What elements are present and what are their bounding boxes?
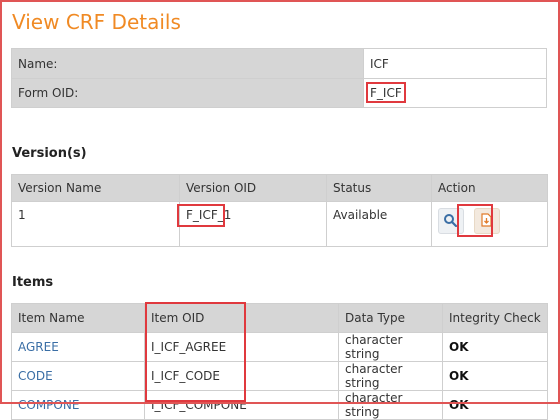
column-header: Version OID	[179, 174, 327, 202]
version-oid: F_ICF_1	[179, 201, 327, 247]
column-header: Integrity Check	[442, 303, 548, 333]
column-header: Data Type	[338, 303, 443, 333]
table-row: CODE I_ICF_CODE character string OK	[11, 361, 548, 391]
view-button[interactable]	[438, 208, 464, 234]
item-oid: I_ICF_COMPONE	[144, 390, 339, 420]
item-data-type: character string	[338, 390, 443, 420]
versions-table: Version Name Version OID Status Action 1…	[11, 174, 548, 247]
version-status: Available	[326, 201, 432, 247]
integrity-check: OK	[449, 398, 469, 412]
items-heading: Items	[12, 275, 54, 290]
info-value: ICF	[363, 48, 547, 79]
info-value: F_ICF	[363, 78, 547, 108]
info-row-form-oid: Form OID: F_ICF	[11, 78, 547, 108]
info-label: Form OID:	[11, 78, 364, 108]
integrity-check: OK	[449, 369, 469, 383]
version-name: 1	[11, 201, 180, 247]
item-name-link[interactable]: CODE	[18, 369, 53, 383]
download-document-icon	[481, 213, 492, 227]
column-header: Version Name	[11, 174, 180, 202]
item-data-type: character string	[338, 361, 443, 391]
crf-info-table: Name: ICF Form OID: F_ICF	[11, 48, 547, 108]
table-header-row: Version Name Version OID Status Action	[11, 174, 548, 202]
table-row: COMPONE I_ICF_COMPONE character string O…	[11, 390, 548, 420]
column-header: Item OID	[144, 303, 339, 333]
item-name-link[interactable]: COMPONE	[18, 398, 79, 412]
column-header: Item Name	[11, 303, 145, 333]
info-label: Name:	[11, 48, 364, 79]
version-actions	[431, 201, 548, 247]
table-header-row: Item Name Item OID Data Type Integrity C…	[11, 303, 548, 333]
page-title: View CRF Details	[12, 10, 181, 34]
integrity-check: OK	[449, 340, 469, 354]
item-data-type: character string	[338, 332, 443, 362]
item-name-link[interactable]: AGREE	[18, 340, 59, 354]
magnifier-icon	[444, 214, 457, 227]
item-oid: I_ICF_CODE	[144, 361, 339, 391]
download-button[interactable]	[473, 208, 500, 234]
item-oid: I_ICF_AGREE	[144, 332, 339, 362]
table-row: AGREE I_ICF_AGREE character string OK	[11, 332, 548, 362]
column-header: Status	[326, 174, 432, 202]
column-header: Action	[431, 174, 548, 202]
items-table: Item Name Item OID Data Type Integrity C…	[11, 303, 548, 420]
table-row: 1 F_ICF_1 Available	[11, 201, 548, 247]
info-row-name: Name: ICF	[11, 48, 547, 79]
versions-heading: Version(s)	[12, 146, 87, 161]
